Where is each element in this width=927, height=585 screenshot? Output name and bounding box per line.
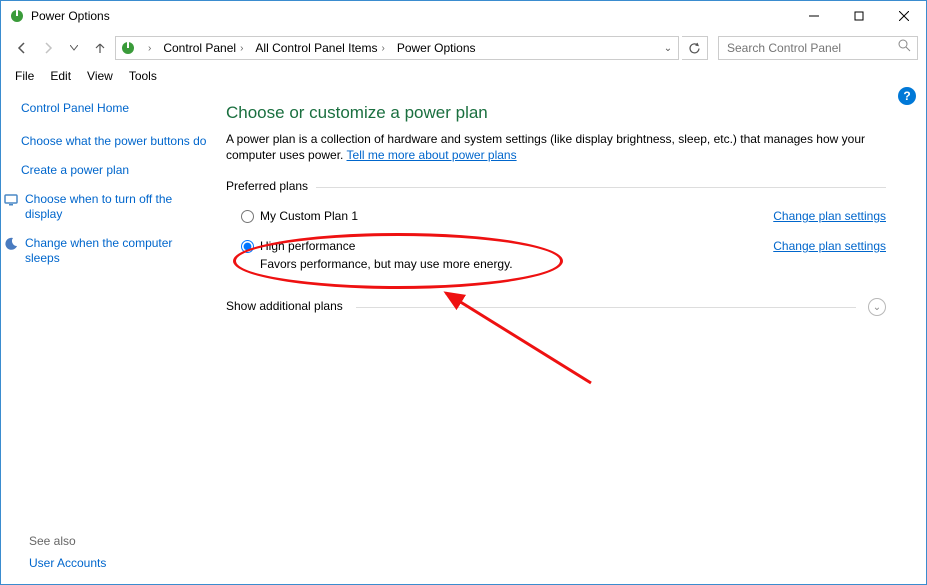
plan-name[interactable]: My Custom Plan 1 xyxy=(260,209,358,223)
refresh-button[interactable] xyxy=(682,36,708,60)
see-also-section: See also User Accounts xyxy=(29,534,106,570)
back-button[interactable] xyxy=(11,37,33,59)
power-options-icon xyxy=(120,40,136,56)
power-plan-row: High performance Favors performance, but… xyxy=(226,233,886,281)
sidebar-link-computer-sleeps[interactable]: Change when the computer sleeps xyxy=(21,236,208,266)
menu-tools[interactable]: Tools xyxy=(123,67,163,85)
menu-view[interactable]: View xyxy=(81,67,119,85)
breadcrumb-item[interactable]: Power Options xyxy=(393,37,480,59)
user-accounts-link[interactable]: User Accounts xyxy=(29,556,106,570)
minimize-button[interactable] xyxy=(791,1,836,31)
plan-name[interactable]: High performance xyxy=(260,239,773,253)
show-additional-plans-toggle[interactable]: Show additional plans ⌄ xyxy=(226,299,886,313)
power-options-icon xyxy=(9,8,25,24)
menu-bar: File Edit View Tools xyxy=(1,65,926,87)
tell-me-more-link[interactable]: Tell me more about power plans xyxy=(347,148,517,162)
search-box[interactable] xyxy=(718,36,918,60)
plan-subtitle: Favors performance, but may use more ene… xyxy=(260,257,773,271)
change-plan-settings-link[interactable]: Change plan settings xyxy=(773,209,886,223)
change-plan-settings-link[interactable]: Change plan settings xyxy=(773,239,886,253)
sidebar-link-power-buttons[interactable]: Choose what the power buttons do xyxy=(21,134,208,149)
breadcrumb-item[interactable]: Control Panel› xyxy=(159,37,247,59)
breadcrumb-item[interactable]: All Control Panel Items› xyxy=(251,37,388,59)
close-button[interactable] xyxy=(881,1,926,31)
sidebar: Control Panel Home Choose what the power… xyxy=(1,87,216,582)
title-bar: Power Options xyxy=(1,1,926,31)
sidebar-link-create-plan[interactable]: Create a power plan xyxy=(21,163,208,178)
maximize-button[interactable] xyxy=(836,1,881,31)
see-also-label: See also xyxy=(29,534,106,548)
plan-radio-custom[interactable] xyxy=(241,210,254,223)
window-controls xyxy=(791,1,926,31)
moon-icon xyxy=(3,236,19,252)
page-heading: Choose or customize a power plan xyxy=(226,103,886,123)
breadcrumb-root-chevron[interactable]: › xyxy=(140,37,155,59)
chevron-down-icon[interactable]: ⌄ xyxy=(868,298,886,316)
address-dropdown-button[interactable]: ⌄ xyxy=(658,37,678,59)
sidebar-link-turn-off-display[interactable]: Choose when to turn off the display xyxy=(21,192,208,222)
window-title: Power Options xyxy=(31,9,791,23)
recent-locations-button[interactable] xyxy=(63,37,85,59)
content-area: Choose or customize a power plan A power… xyxy=(216,87,926,582)
power-plan-row: My Custom Plan 1 Change plan settings xyxy=(226,203,886,233)
preferred-plans-label: Preferred plans xyxy=(226,179,886,193)
plan-radio-high-performance[interactable] xyxy=(241,240,254,253)
forward-button[interactable] xyxy=(37,37,59,59)
menu-file[interactable]: File xyxy=(9,67,40,85)
breadcrumb-bar[interactable]: › Control Panel› All Control Panel Items… xyxy=(115,36,679,60)
menu-edit[interactable]: Edit xyxy=(44,67,77,85)
address-bar: › Control Panel› All Control Panel Items… xyxy=(1,31,926,65)
up-button[interactable] xyxy=(89,37,111,59)
display-icon xyxy=(3,192,19,208)
control-panel-home-link[interactable]: Control Panel Home xyxy=(21,101,208,116)
search-input[interactable] xyxy=(725,40,885,56)
search-icon[interactable] xyxy=(898,39,911,57)
page-description: A power plan is a collection of hardware… xyxy=(226,131,886,163)
